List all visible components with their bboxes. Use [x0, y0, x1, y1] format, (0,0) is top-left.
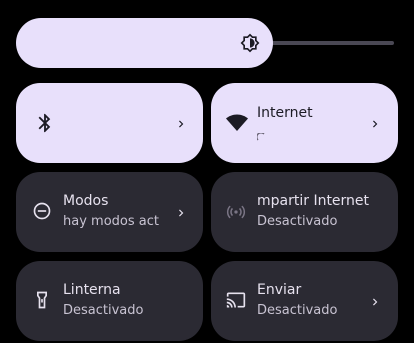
- flashlight-icon: [32, 289, 54, 311]
- tile-hotspot-subtitle: Desactivado: [257, 214, 338, 229]
- tile-enviar-title: Enviar: [257, 282, 302, 298]
- brightness-slider[interactable]: [16, 18, 394, 68]
- chevron-right-icon[interactable]: [174, 116, 188, 130]
- wifi-icon: [225, 112, 248, 134]
- tile-enviar[interactable]: Enviar Desactivado: [211, 261, 398, 341]
- tile-enviar-subtitle: Desactivado: [257, 303, 338, 318]
- tile-modos-title: Modos: [63, 193, 109, 209]
- do-not-disturb-icon: [32, 201, 54, 223]
- tile-modos[interactable]: Modos hay modos act: [16, 172, 203, 252]
- tile-internet[interactable]: Internet: [211, 83, 398, 163]
- brightness-icon: [240, 33, 260, 53]
- chevron-right-icon[interactable]: [368, 116, 382, 130]
- tile-internet-title: Internet: [257, 105, 313, 121]
- tile-linterna-title: Linterna: [63, 282, 121, 298]
- brightness-fill[interactable]: [16, 18, 273, 68]
- tile-hotspot-title: mpartir Internet: [257, 193, 370, 209]
- tile-modos-subtitle: hay modos act: [63, 214, 159, 229]
- loading-icon: [256, 126, 265, 141]
- chevron-right-icon[interactable]: [368, 294, 382, 308]
- tile-bluetooth[interactable]: [16, 83, 203, 163]
- tile-linterna-subtitle: Desactivado: [63, 303, 144, 318]
- bluetooth-icon: [34, 112, 56, 134]
- hotspot-icon: [226, 202, 248, 224]
- tile-linterna[interactable]: Linterna Desactivado: [16, 261, 203, 341]
- cast-icon: [225, 290, 247, 312]
- chevron-right-icon[interactable]: [174, 205, 188, 219]
- tile-hotspot[interactable]: mpartir Internet Desactivado: [211, 172, 398, 252]
